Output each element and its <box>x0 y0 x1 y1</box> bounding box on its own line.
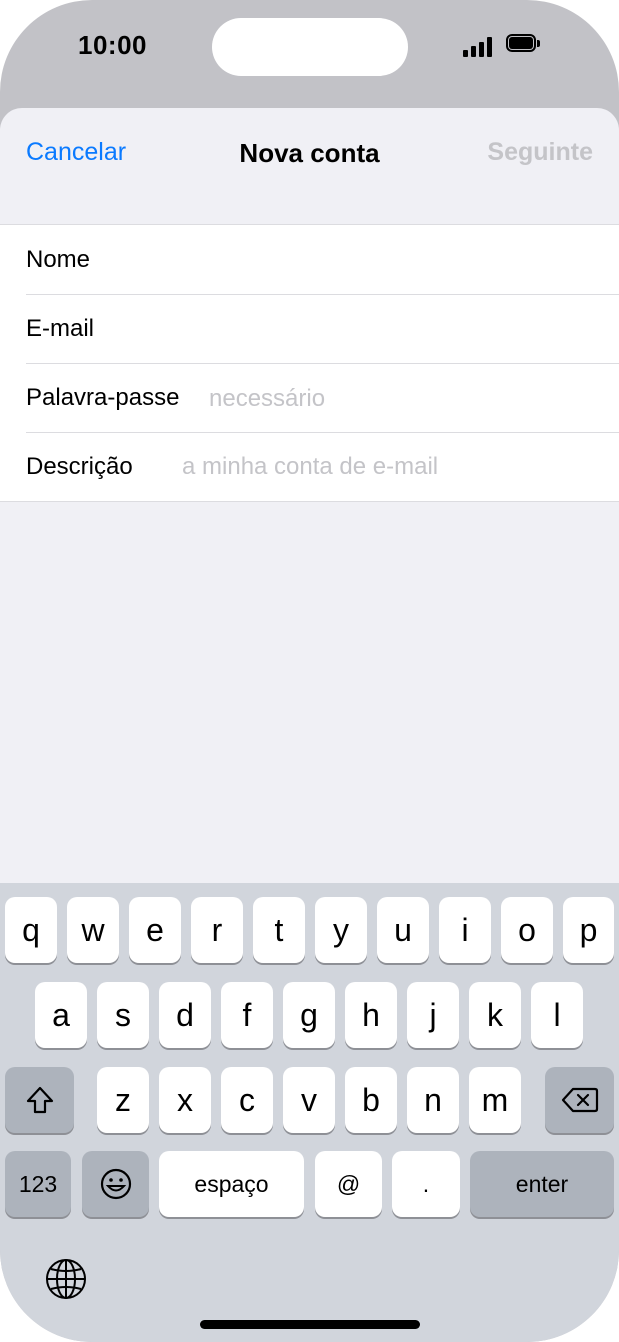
key-v[interactable]: v <box>283 1067 335 1133</box>
globe-icon[interactable] <box>44 1257 88 1301</box>
description-row[interactable]: Descrição <box>0 432 619 501</box>
key-a[interactable]: a <box>35 982 87 1048</box>
key-r[interactable]: r <box>191 897 243 963</box>
status-bar: 10:00 <box>0 0 619 100</box>
shift-key[interactable] <box>5 1067 74 1133</box>
dynamic-island <box>212 18 408 76</box>
description-field[interactable] <box>182 453 582 481</box>
key-w[interactable]: w <box>67 897 119 963</box>
next-button[interactable]: Seguinte <box>487 138 593 167</box>
key-m[interactable]: m <box>469 1067 521 1133</box>
password-label: Palavra-passe <box>26 384 180 411</box>
new-account-sheet: Cancelar Nova conta Seguinte Nome E-mail… <box>0 108 619 883</box>
email-label: E-mail <box>26 315 95 342</box>
key-z[interactable]: z <box>97 1067 149 1133</box>
period-key[interactable]: . <box>392 1151 460 1217</box>
enter-key[interactable]: enter <box>470 1151 614 1217</box>
key-u[interactable]: u <box>377 897 429 963</box>
key-k[interactable]: k <box>469 982 521 1048</box>
emoji-icon <box>100 1168 131 1200</box>
backspace-key[interactable] <box>545 1067 614 1133</box>
key-d[interactable]: d <box>159 982 211 1048</box>
key-i[interactable]: i <box>439 897 491 963</box>
navigation-bar: Cancelar Nova conta Seguinte <box>0 108 619 198</box>
name-row[interactable]: Nome <box>0 225 619 294</box>
key-h[interactable]: h <box>345 982 397 1048</box>
home-indicator <box>200 1320 420 1329</box>
key-n[interactable]: n <box>407 1067 459 1133</box>
key-s[interactable]: s <box>97 982 149 1048</box>
keyboard: q w e r t y u i o p a s d f g h j k l z … <box>0 883 619 1342</box>
email-field[interactable] <box>185 315 585 343</box>
key-p[interactable]: p <box>563 897 614 963</box>
key-y[interactable]: y <box>315 897 367 963</box>
account-form: Nome E-mail Palavra-passe Descrição <box>0 224 619 502</box>
at-key[interactable]: @ <box>315 1151 382 1217</box>
key-q[interactable]: q <box>5 897 57 963</box>
key-f[interactable]: f <box>221 982 273 1048</box>
status-time: 10:00 <box>78 30 147 60</box>
key-j[interactable]: j <box>407 982 459 1048</box>
battery-icon <box>506 34 542 54</box>
key-t[interactable]: t <box>253 897 305 963</box>
name-field[interactable] <box>185 246 585 274</box>
key-l[interactable]: l <box>531 982 583 1048</box>
numbers-key[interactable]: 123 <box>5 1151 71 1217</box>
password-field[interactable] <box>209 385 609 413</box>
key-b[interactable]: b <box>345 1067 397 1133</box>
delete-backward-icon <box>561 1087 598 1113</box>
key-x[interactable]: x <box>159 1067 211 1133</box>
key-e[interactable]: e <box>129 897 181 963</box>
phone-screen: 10:00 Cancelar Nova conta Seguinte Nome … <box>0 0 619 1342</box>
description-label: Descrição <box>26 453 133 480</box>
key-c[interactable]: c <box>221 1067 273 1133</box>
key-o[interactable]: o <box>501 897 553 963</box>
cellular-signal-icon <box>463 37 493 57</box>
shift-arrow-icon <box>26 1086 53 1114</box>
emoji-key[interactable] <box>82 1151 149 1217</box>
password-row[interactable]: Palavra-passe <box>0 363 619 432</box>
space-key[interactable]: espaço <box>159 1151 304 1217</box>
name-label: Nome <box>26 246 91 273</box>
key-g[interactable]: g <box>283 982 335 1048</box>
email-row[interactable]: E-mail <box>0 294 619 363</box>
